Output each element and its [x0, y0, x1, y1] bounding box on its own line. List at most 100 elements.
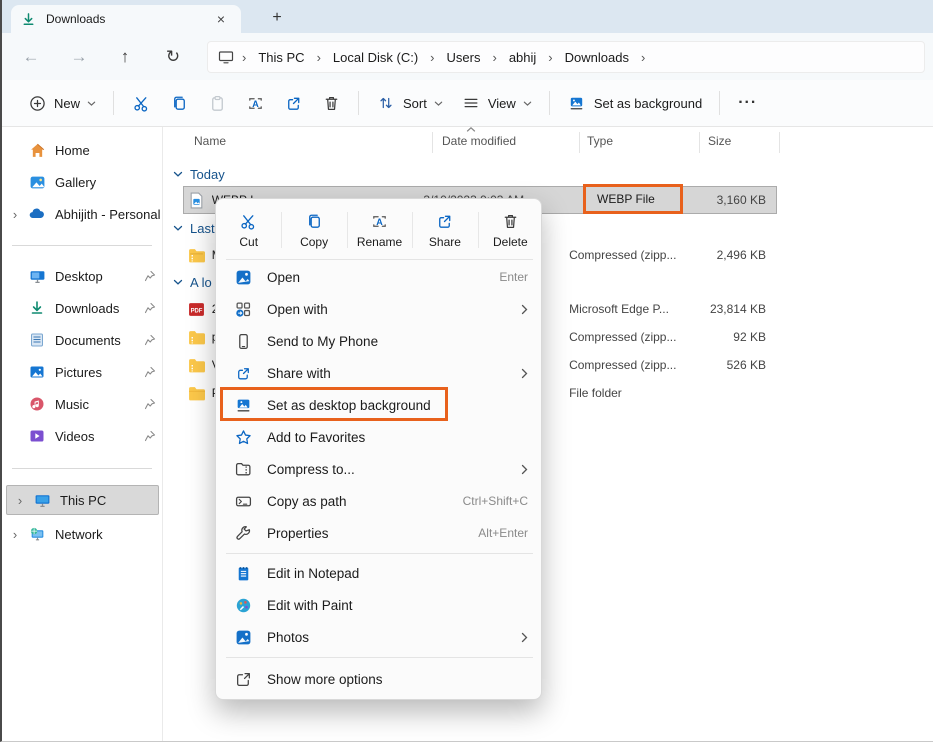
pin-icon	[138, 334, 162, 346]
see-more-icon[interactable]: ···	[728, 94, 767, 112]
group-header-long-ago[interactable]: A lo	[173, 270, 212, 294]
this-pc-icon	[218, 49, 234, 65]
sort-icon	[376, 93, 396, 113]
chevron-down-icon	[173, 171, 183, 178]
menu-item-edit-in-notepad[interactable]: Edit in Notepad	[221, 557, 538, 589]
column-size[interactable]: Size	[708, 134, 731, 148]
column-divider[interactable]	[579, 132, 580, 153]
phone-icon	[235, 333, 252, 350]
submenu-chevron-icon	[521, 464, 528, 475]
expand-chevron-icon[interactable]: ›	[2, 207, 28, 222]
quick-rename-button[interactable]: A Rename	[347, 203, 412, 257]
group-header-last[interactable]: Last	[173, 216, 215, 240]
view-button[interactable]: View	[452, 86, 541, 120]
menu-item-edit-with-paint[interactable]: Edit with Paint	[221, 589, 538, 621]
file-size: 3,160 KB	[687, 193, 776, 207]
refresh-button[interactable]: ↻	[158, 42, 188, 72]
toolbar-separator	[549, 91, 550, 115]
menu-item-add-to-favorites[interactable]: Add to Favorites	[221, 421, 538, 453]
quick-copy-button[interactable]: Copy	[281, 203, 346, 257]
quick-cut-button[interactable]: Cut	[216, 203, 281, 257]
back-button[interactable]: ←	[16, 42, 46, 72]
column-divider[interactable]	[779, 132, 780, 153]
submenu-chevron-icon	[521, 368, 528, 379]
column-divider[interactable]	[699, 132, 700, 153]
forward-button[interactable]: →	[64, 42, 94, 72]
set-as-background-button[interactable]: Set as background	[558, 86, 711, 120]
sidebar-item-documents[interactable]: Documents	[2, 325, 162, 355]
chevron-down-icon	[173, 279, 183, 286]
webp-file-icon	[188, 191, 206, 209]
tab-downloads[interactable]: Downloads ×	[11, 5, 241, 33]
view-button-label: View	[488, 96, 516, 111]
file-type: Compressed (zipp...	[569, 248, 687, 262]
sidebar-item-pictures[interactable]: Pictures	[2, 357, 162, 387]
breadcrumb-chevron-icon: ›	[637, 50, 649, 65]
delete-button[interactable]	[312, 86, 350, 120]
quick-delete-button[interactable]: Delete	[478, 203, 543, 257]
sidebar-item-this-pc[interactable]: › This PC	[6, 485, 159, 515]
set-background-icon	[235, 397, 252, 414]
copy-icon	[305, 212, 324, 231]
breadcrumb-users[interactable]: Users	[439, 47, 489, 68]
submenu-chevron-icon	[521, 304, 528, 315]
sidebar-item-videos[interactable]: Videos	[2, 421, 162, 451]
sidebar-item-downloads[interactable]: Downloads	[2, 293, 162, 323]
share-icon	[235, 365, 252, 382]
menu-item-properties[interactable]: Properties Alt+Enter	[221, 517, 538, 549]
sort-button[interactable]: Sort	[367, 86, 452, 120]
breadcrumb-user[interactable]: abhij	[501, 47, 544, 68]
breadcrumb-this-pc[interactable]: This PC	[250, 47, 312, 68]
column-divider[interactable]	[432, 132, 433, 153]
tab-title: Downloads	[46, 12, 211, 26]
breadcrumb-local-disk[interactable]: Local Disk (C:)	[325, 47, 426, 68]
menu-item-open-with[interactable]: Open with	[221, 293, 538, 325]
expand-chevron-icon[interactable]: ›	[2, 527, 28, 542]
this-pc-icon	[33, 491, 51, 509]
breadcrumb-chevron-icon: ›	[313, 50, 325, 65]
cut-icon	[131, 93, 151, 113]
new-button[interactable]: New	[18, 86, 105, 120]
new-tab-button[interactable]: +	[264, 6, 290, 30]
sidebar-item-desktop[interactable]: Desktop	[2, 261, 162, 291]
paste-button[interactable]	[198, 86, 236, 120]
sidebar-item-gallery[interactable]: Gallery	[2, 167, 162, 197]
group-header-today[interactable]: Today	[173, 162, 225, 186]
share-icon	[283, 93, 303, 113]
downloads-icon	[21, 12, 36, 27]
breadcrumb-downloads[interactable]: Downloads	[557, 47, 637, 68]
sidebar-item-network[interactable]: › Network	[2, 519, 162, 549]
sidebar-item-music[interactable]: Music	[2, 389, 162, 419]
downloads-icon	[28, 299, 46, 317]
up-button[interactable]: ↑	[110, 42, 140, 72]
rename-button[interactable]: A	[236, 86, 274, 120]
sidebar-pictures-label: Pictures	[55, 365, 138, 380]
address-bar[interactable]: › This PC › Local Disk (C:) › Users › ab…	[207, 41, 925, 73]
sidebar-item-home[interactable]: Home	[2, 135, 162, 165]
menu-item-show-more-options[interactable]: Show more options	[221, 663, 538, 695]
menu-item-compress-to[interactable]: Compress to...	[221, 453, 538, 485]
menu-item-open[interactable]: Open Enter	[221, 261, 538, 293]
menu-item-photos[interactable]: Photos	[221, 621, 538, 653]
menu-item-send-to-my-phone[interactable]: Send to My Phone	[221, 325, 538, 357]
column-name[interactable]: Name	[194, 134, 226, 148]
tab-close-icon[interactable]: ×	[211, 11, 231, 27]
column-type[interactable]: Type	[587, 134, 613, 148]
menu-item-copy-as-path[interactable]: Copy as path Ctrl+Shift+C	[221, 485, 538, 517]
expand-chevron-icon[interactable]: ›	[7, 493, 33, 508]
toolbar-separator	[719, 91, 720, 115]
quick-share-button[interactable]: Share	[412, 203, 477, 257]
set-as-background-label: Set as background	[594, 96, 702, 111]
network-icon	[28, 525, 46, 543]
sidebar-item-onedrive[interactable]: › Abhijith - Personal	[2, 199, 162, 229]
videos-icon	[28, 427, 46, 445]
menu-item-set-as-desktop-background[interactable]: Set as desktop background	[221, 389, 538, 421]
copy-button[interactable]	[160, 86, 198, 120]
menu-separator	[226, 259, 533, 260]
column-date-modified[interactable]: Date modified	[442, 134, 516, 148]
share-button[interactable]	[274, 86, 312, 120]
menu-item-share-with[interactable]: Share with	[221, 357, 538, 389]
cut-button[interactable]	[122, 86, 160, 120]
sidebar: Home Gallery › Abhijith - Personal Deskt…	[2, 127, 162, 742]
show-more-icon	[235, 671, 252, 688]
